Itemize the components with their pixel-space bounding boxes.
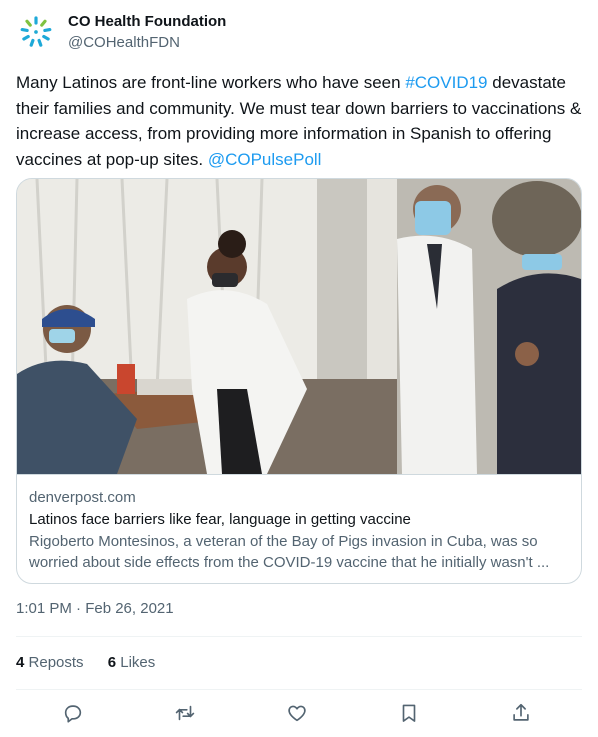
share-button[interactable] (510, 702, 534, 726)
like-icon (288, 705, 306, 722)
hashtag-link[interactable]: #COVID19 (405, 73, 487, 92)
co-health-foundation-logo-icon (20, 16, 52, 47)
reposts-label: Reposts (28, 654, 84, 671)
likes-stat[interactable]: 6 Likes (108, 653, 156, 673)
tweet-text-part: Many Latinos are front-line workers who … (16, 73, 406, 92)
repost-icon (175, 705, 195, 721)
engagement-stats: 4 Reposts 6 Likes (16, 653, 175, 673)
link-card[interactable]: denverpost.com Latinos face barriers lik… (16, 178, 582, 584)
card-domain[interactable]: denverpost.com (29, 488, 136, 508)
card-description[interactable]: Rigoberto Montesinos, a veteran of the B… (29, 531, 569, 573)
reply-icon (64, 705, 82, 723)
mention-link[interactable]: @COPulsePoll (208, 150, 322, 169)
divider (16, 689, 582, 690)
bookmark-icon (402, 704, 416, 722)
tweet-header: CO Health Foundation @COHealthFDN (0, 0, 598, 70)
reposts-count: 4 (16, 654, 25, 671)
likes-count: 6 (107, 654, 117, 671)
card-image[interactable] (17, 179, 581, 474)
card-title[interactable]: Latinos face barriers like fear, languag… (29, 510, 411, 530)
tweet-text: Many Latinos are front-line workers who … (16, 70, 582, 172)
card-divider (17, 474, 581, 475)
reposts-stat[interactable]: 4 Reposts (16, 653, 84, 673)
action-bar (16, 698, 582, 732)
divider (16, 636, 582, 637)
tweet-timestamp[interactable]: 1:01 PM · Feb 26, 2021 (16, 599, 174, 619)
bookmark-button[interactable] (398, 702, 422, 726)
avatar[interactable] (16, 12, 56, 52)
author-name[interactable]: CO Health Foundation (68, 12, 226, 32)
reply-button[interactable] (62, 702, 86, 726)
likes-label: Likes (120, 654, 156, 671)
repost-button[interactable] (174, 702, 198, 726)
share-icon (513, 703, 529, 721)
like-button[interactable] (286, 702, 310, 726)
author-handle[interactable]: @COHealthFDN (68, 33, 180, 53)
